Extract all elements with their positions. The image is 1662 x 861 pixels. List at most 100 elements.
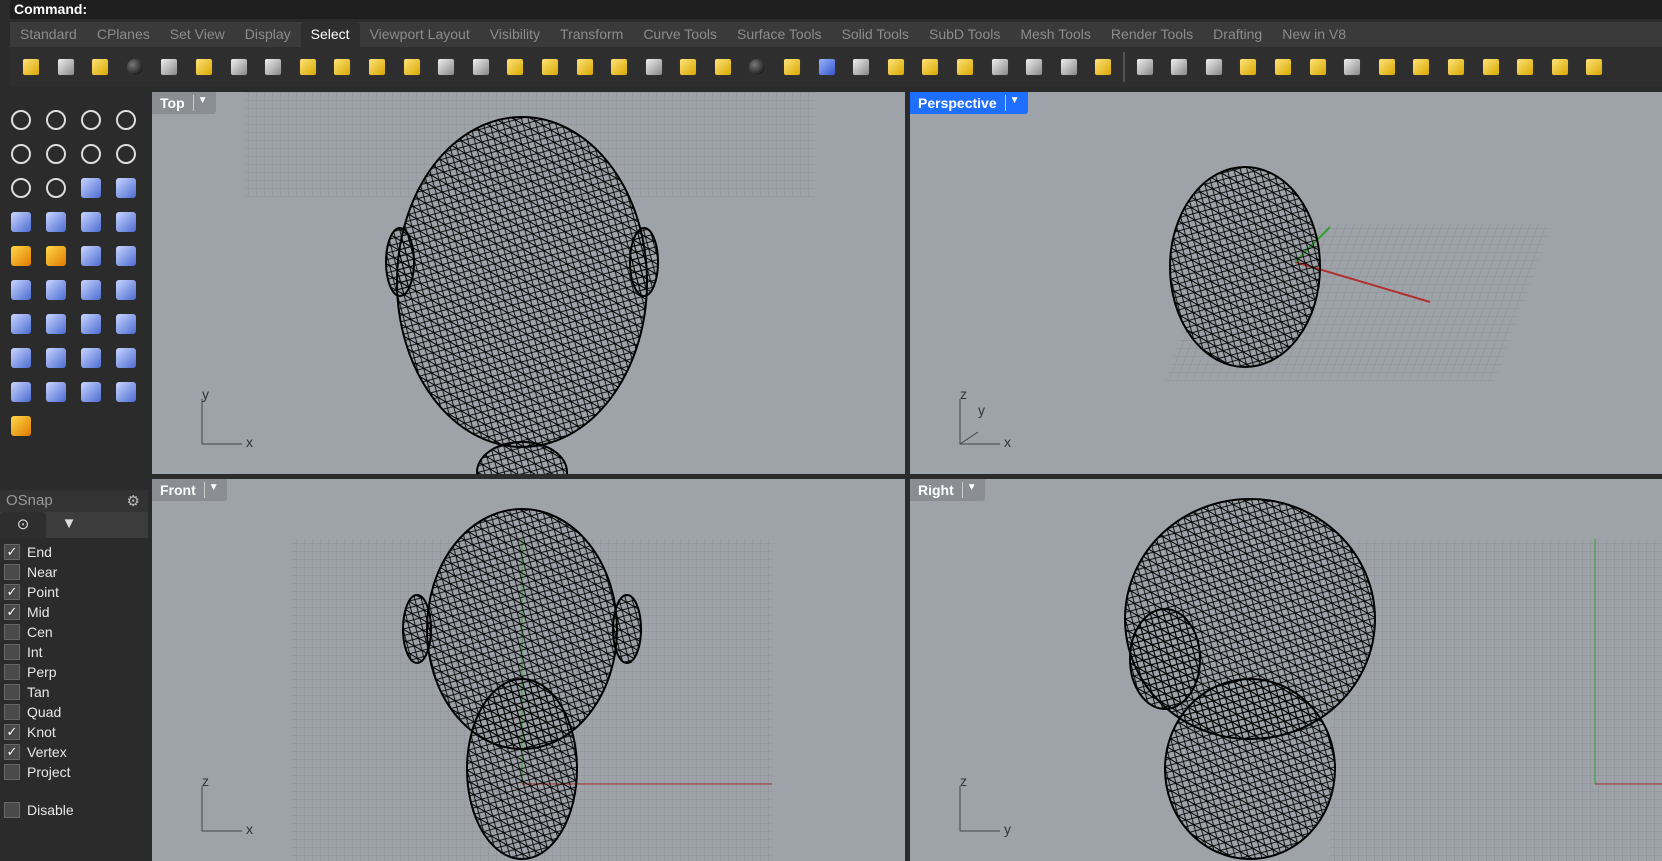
- mesh-icon[interactable]: [109, 206, 142, 238]
- tab-standard[interactable]: Standard: [10, 22, 87, 47]
- select-sun-icon[interactable]: [1233, 52, 1263, 82]
- osnap-quad[interactable]: Quad: [0, 702, 148, 722]
- command-line[interactable]: Command:: [10, 0, 1662, 19]
- zoom-select-icon[interactable]: [1337, 52, 1367, 82]
- checkbox[interactable]: [4, 564, 20, 580]
- trim-icon[interactable]: [39, 240, 72, 272]
- chevron-down-icon[interactable]: ▼: [203, 482, 219, 498]
- osnap-project[interactable]: Project: [0, 762, 148, 782]
- select-previous-icon[interactable]: [224, 52, 254, 82]
- tab-drafting[interactable]: Drafting: [1203, 22, 1272, 47]
- explode-icon[interactable]: [4, 240, 37, 272]
- tab-cplanes[interactable]: CPlanes: [87, 22, 160, 47]
- select-hatch-icon[interactable]: [604, 52, 634, 82]
- select-surfaces-icon[interactable]: [397, 52, 427, 82]
- osnap-mid[interactable]: ✓ Mid: [0, 602, 148, 622]
- select-dims-icon[interactable]: [639, 52, 669, 82]
- join-icon[interactable]: [109, 240, 142, 272]
- select-last-icon[interactable]: [189, 52, 219, 82]
- viewport-right[interactable]: Right ▼ z y: [910, 479, 1662, 861]
- select-by-name-icon[interactable]: [258, 52, 288, 82]
- window-select-icon[interactable]: [1130, 52, 1160, 82]
- checkbox[interactable]: ✓: [4, 744, 20, 760]
- group-icon[interactable]: [4, 274, 37, 306]
- fillet-icon[interactable]: [39, 172, 72, 204]
- osnap-point[interactable]: ✓ Point: [0, 582, 148, 602]
- select-blocks-icon[interactable]: [777, 52, 807, 82]
- checkbox[interactable]: [4, 764, 20, 780]
- array-icon[interactable]: [74, 308, 107, 340]
- polyline-icon[interactable]: [74, 104, 107, 136]
- boolean-icon[interactable]: [39, 206, 72, 238]
- select-point-cloud-icon[interactable]: [466, 52, 496, 82]
- tab-set-view[interactable]: Set View: [160, 22, 235, 47]
- tab-mesh-tools[interactable]: Mesh Tools: [1010, 22, 1101, 47]
- viewport-front[interactable]: Front ▼ z x: [152, 479, 905, 861]
- select-meshes-icon[interactable]: [915, 52, 945, 82]
- scale-icon[interactable]: [39, 308, 72, 340]
- gear-icon[interactable]: ⚙: [127, 492, 140, 510]
- checkbox[interactable]: [4, 802, 20, 818]
- select-curves-icon[interactable]: [51, 52, 81, 82]
- osnap-int[interactable]: Int: [0, 642, 148, 662]
- select-control-points-icon[interactable]: [431, 52, 461, 82]
- select-points-icon[interactable]: [16, 52, 46, 82]
- checkbox[interactable]: [4, 704, 20, 720]
- analyze-icon[interactable]: [109, 376, 142, 408]
- osnap-tab-icon[interactable]: ⊙: [0, 512, 46, 538]
- circle-icon[interactable]: [4, 138, 37, 170]
- select-by-material-icon[interactable]: [362, 52, 392, 82]
- layer-icon[interactable]: [4, 376, 37, 408]
- select-linked-icon[interactable]: [1054, 52, 1084, 82]
- select-subd-icon[interactable]: [950, 52, 980, 82]
- select-sphere-icon[interactable]: [742, 52, 772, 82]
- osnap-disable[interactable]: Disable: [0, 800, 148, 820]
- select-tag-icon[interactable]: [1441, 52, 1471, 82]
- select-block-u-icon[interactable]: [1406, 52, 1436, 82]
- cylinder-icon[interactable]: [74, 206, 107, 238]
- viewport-perspective[interactable]: Perspective ▼ z y x: [910, 92, 1662, 474]
- osnap-perp[interactable]: Perp: [0, 662, 148, 682]
- ellipse-icon[interactable]: [39, 138, 72, 170]
- tab-new-in-v8[interactable]: New in V8: [1272, 22, 1356, 47]
- select-annotations-icon[interactable]: [673, 52, 703, 82]
- select-pyramid-icon[interactable]: [1088, 52, 1118, 82]
- osnap-end[interactable]: ✓ End: [0, 542, 148, 562]
- split-icon[interactable]: [74, 240, 107, 272]
- checkbox[interactable]: [4, 644, 20, 660]
- select-fence-icon[interactable]: [1372, 52, 1402, 82]
- select-open-icon[interactable]: [1019, 52, 1049, 82]
- viewport-title[interactable]: Perspective ▼: [910, 92, 1028, 114]
- select-lights-icon[interactable]: [570, 52, 600, 82]
- osnap-near[interactable]: Near: [0, 562, 148, 582]
- select-brush-icon[interactable]: [1303, 52, 1333, 82]
- select-groups-icon[interactable]: [708, 52, 738, 82]
- rebuild-icon[interactable]: [39, 274, 72, 306]
- select-by-id-icon[interactable]: [293, 52, 323, 82]
- checkbox[interactable]: ✓: [4, 724, 20, 740]
- hexagon-icon[interactable]: [4, 172, 37, 204]
- rectangle-icon[interactable]: [109, 138, 142, 170]
- extrude-icon[interactable]: [109, 172, 142, 204]
- mirror-icon[interactable]: [109, 308, 142, 340]
- viewport-title[interactable]: Right ▼: [910, 479, 985, 501]
- select-cameras-icon[interactable]: [812, 52, 842, 82]
- osnap-vertex[interactable]: ✓ Vertex: [0, 742, 148, 762]
- chevron-down-icon[interactable]: ▼: [192, 95, 208, 111]
- select-arrow-icon[interactable]: [4, 104, 37, 136]
- select-spiral-icon[interactable]: [985, 52, 1015, 82]
- walk-icon[interactable]: [39, 376, 72, 408]
- checkbox[interactable]: [4, 684, 20, 700]
- tab-surface-tools[interactable]: Surface Tools: [727, 22, 832, 47]
- select-layer-icon[interactable]: [154, 52, 184, 82]
- point-icon[interactable]: [39, 104, 72, 136]
- arc-icon[interactable]: [109, 274, 142, 306]
- tab-render-tools[interactable]: Render Tools: [1101, 22, 1203, 47]
- select-duplicates-icon[interactable]: [535, 52, 565, 82]
- tab-select[interactable]: Select: [300, 22, 360, 47]
- check-icon[interactable]: [74, 376, 107, 408]
- select-pin-icon[interactable]: [1510, 52, 1540, 82]
- select-linked-pins-icon[interactable]: [1545, 52, 1575, 82]
- select-polysurfaces-icon[interactable]: [500, 52, 530, 82]
- viewport-title[interactable]: Front ▼: [152, 479, 227, 501]
